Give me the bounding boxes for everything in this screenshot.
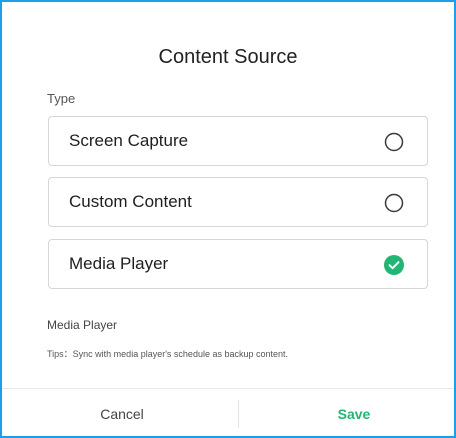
footer-divider <box>2 388 454 389</box>
option-custom-content[interactable]: Custom Content <box>48 177 428 227</box>
option-label: Custom Content <box>69 192 192 211</box>
save-button[interactable]: Save <box>254 398 454 430</box>
option-label: Screen Capture <box>69 131 189 150</box>
check-circle-icon[interactable] <box>384 255 404 275</box>
radio-empty-icon[interactable] <box>384 132 404 152</box>
option-media-player[interactable]: Media Player <box>48 239 428 289</box>
option-screen-capture[interactable]: Screen Capture <box>48 116 428 166</box>
content-source-dialog: Content Source Type Screen Capture Custo… <box>0 0 456 438</box>
detail-tip: Tips：Sync with media player's schedule a… <box>47 349 289 359</box>
dialog-title: Content Source <box>158 46 298 68</box>
type-section-label: Type <box>47 91 76 106</box>
cancel-button[interactable]: Cancel <box>22 398 222 430</box>
footer-separator <box>238 400 239 428</box>
option-label: Media Player <box>69 254 169 273</box>
radio-empty-icon[interactable] <box>384 193 404 213</box>
detail-title: Media Player <box>47 318 118 332</box>
